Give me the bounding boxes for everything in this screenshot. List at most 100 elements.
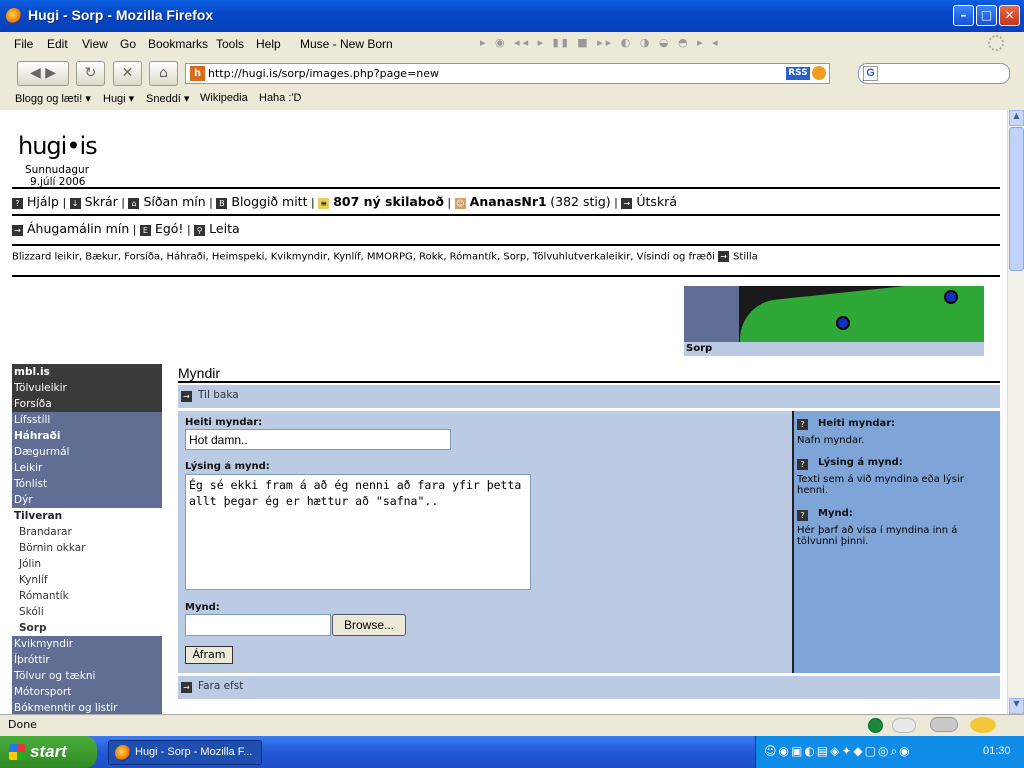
sidebar-item[interactable]: Dægurmál [12, 444, 162, 460]
go-icon[interactable] [812, 66, 826, 80]
close-button[interactable]: ✕ [999, 5, 1020, 26]
back-bar: → Til baka [178, 385, 1000, 408]
bookmark-sneddi[interactable]: Sneddí ▾ [146, 92, 189, 105]
description-label: Lýsing á mynd: [185, 461, 270, 472]
window-title: Hugi - Sorp - Mozilla Firefox [28, 7, 214, 23]
google-icon[interactable]: G [863, 66, 878, 81]
nav-my-blog[interactable]: Bloggið mitt [231, 194, 307, 209]
title-input[interactable]: Hot damn.. [185, 429, 451, 450]
browse-button[interactable]: Browse... [332, 614, 406, 636]
interests-links[interactable]: Blizzard leikir, Bækur, Forsíða, Háhraði… [12, 252, 715, 263]
menu-bookmarks[interactable]: Bookmarks [148, 37, 208, 51]
page-content: hugi•is Sunnudagur 9.júlí 2006 ? Hjálp | … [0, 110, 1007, 714]
nav-search[interactable]: Leita [209, 221, 239, 236]
divider [12, 275, 1000, 277]
banner-eye [836, 316, 850, 330]
sidebar-item[interactable]: Forsíða [12, 396, 162, 412]
scrollbar[interactable]: ▲ ▼ [1007, 110, 1024, 714]
settings-link[interactable]: Stilla [733, 252, 758, 263]
search-icon: ⚲ [194, 224, 206, 236]
home-button[interactable]: ⌂ [149, 61, 178, 86]
rss-icon[interactable]: RSS [786, 67, 810, 80]
nav-help[interactable]: Hjálp [27, 194, 59, 209]
window-titlebar[interactable]: Hugi - Sorp - Mozilla Firefox – □ ✕ [0, 0, 1024, 32]
reload-button[interactable]: ↻ [76, 61, 105, 86]
menu-go[interactable]: Go [120, 37, 136, 51]
menu-tools[interactable]: Tools [216, 37, 244, 51]
clock: 01:30 [983, 745, 1011, 757]
scroll-thumb[interactable] [1009, 127, 1024, 271]
help-text: Hér þarf að vísa í myndina inn á tölvunn… [797, 525, 958, 547]
sidebar-item[interactable]: Skóli [12, 604, 162, 620]
sidebar-item[interactable]: Mótorsport [12, 684, 162, 700]
scroll-up-icon[interactable]: ▲ [1009, 110, 1024, 126]
minimize-button[interactable]: – [953, 5, 974, 26]
home-icon: ⌂ [128, 197, 140, 209]
bookmark-haha[interactable]: Haha :'D [259, 92, 301, 104]
nav-logout[interactable]: Útskrá [636, 194, 677, 209]
sidebar-item[interactable]: Íþróttir [12, 652, 162, 668]
sidebar-item[interactable]: Tölvuleikir [12, 380, 162, 396]
sidebar-item[interactable]: Bókmenntir og listir [12, 700, 162, 714]
site-favicon: h [190, 66, 205, 81]
sidebar-item[interactable]: Börnin okkar [12, 540, 162, 556]
menu-view[interactable]: View [82, 37, 108, 51]
stop-button[interactable]: ✕ [113, 61, 142, 86]
sidebar: mbl.is Tölvuleikir Forsíða Lífsstíll Háhraði… [12, 364, 162, 714]
nav-interests[interactable]: Áhugamálin mín [27, 221, 129, 236]
menu-file[interactable]: File [14, 37, 33, 51]
help-text: Nafn myndar. [797, 435, 865, 446]
bookmark-wikipedia[interactable]: Wikipedia [200, 92, 248, 104]
sidebar-item[interactable]: Brandarar [12, 524, 162, 540]
sidebar-item[interactable]: Jólin [12, 556, 162, 572]
file-input[interactable] [185, 614, 331, 636]
sidebar-item[interactable]: Lífsstíll [12, 412, 162, 428]
page-heading: Myndir [178, 365, 221, 381]
sidebar-item[interactable]: mbl.is [12, 364, 162, 380]
help-icon: ? [797, 510, 808, 521]
help-text: Texti sem á við myndina eða lýsir henni. [797, 474, 964, 496]
menu-edit[interactable]: Edit [47, 37, 68, 51]
title-label: Heiti myndar: [185, 417, 263, 428]
back-link[interactable]: Til baka [198, 389, 239, 401]
maximize-button[interactable]: □ [976, 5, 997, 26]
sidebar-item[interactable]: Tónlist [12, 476, 162, 492]
divider [12, 244, 1000, 246]
description-textarea[interactable]: Ég sé ekki fram á að ég nenni að fara yf… [185, 474, 531, 590]
sidebar-item[interactable]: Dýr [12, 492, 162, 508]
nav-files[interactable]: Skrár [85, 194, 118, 209]
search-input[interactable] [858, 63, 1010, 84]
arrow-icon: → [181, 391, 192, 402]
sidebar-item[interactable]: Tilveran [12, 508, 162, 524]
nav-my-page[interactable]: Síðan mín [143, 194, 205, 209]
weather-cloud-icon [892, 718, 916, 733]
address-bar[interactable]: http://hugi.is/sorp/images.php?page=new [185, 63, 830, 84]
start-button[interactable]: start [0, 736, 97, 768]
bookmark-blogg[interactable]: Blogg og læti! ▾ [15, 92, 91, 105]
menu-help[interactable]: Help [256, 37, 281, 51]
site-logo[interactable]: hugi•is [18, 132, 98, 160]
sidebar-item[interactable]: Sorp [12, 620, 162, 636]
sidebar-item[interactable]: Kvikmyndir [12, 636, 162, 652]
sidebar-item[interactable]: Tölvur og tækni [12, 668, 162, 684]
sidebar-item[interactable]: Leikir [12, 460, 162, 476]
taskbar-firefox-item[interactable]: Hugi - Sorp - Mozilla F... [108, 740, 262, 765]
nav-user[interactable]: AnanasNr1 [470, 194, 547, 209]
nav-messages[interactable]: 807 ný skilaboð [333, 194, 444, 209]
sidebar-item[interactable]: Rómantík [12, 588, 162, 604]
tray-icons[interactable]: ☺◉▣◐▤◈✦◆▢◎⌕◉ [764, 744, 960, 760]
submit-button[interactable]: Áfram [185, 646, 233, 664]
help-icon: ? [797, 419, 808, 430]
banner-image[interactable] [684, 286, 984, 342]
back-forward-button[interactable]: ◀ ▶ [17, 61, 69, 86]
sidebar-item[interactable]: Háhraði [12, 428, 162, 444]
taskbar-item-label: Hugi - Sorp - Mozilla F... [135, 746, 253, 758]
top-link[interactable]: Fara efst [198, 680, 243, 692]
image-label: Mynd: [185, 602, 220, 613]
scroll-down-icon[interactable]: ▼ [1009, 698, 1024, 714]
bookmark-hugi[interactable]: Hugi ▾ [103, 92, 134, 105]
sidebar-item[interactable]: Kynlíf [12, 572, 162, 588]
media-controls[interactable]: ▸ ◉ ◂◂ ▸ ▮▮ ■ ▸▸ ◐ ◑ ◒ ◓ ▸ ◂ [480, 36, 745, 50]
nav-ego[interactable]: Egó! [155, 221, 184, 236]
windows-logo-icon [9, 744, 25, 760]
